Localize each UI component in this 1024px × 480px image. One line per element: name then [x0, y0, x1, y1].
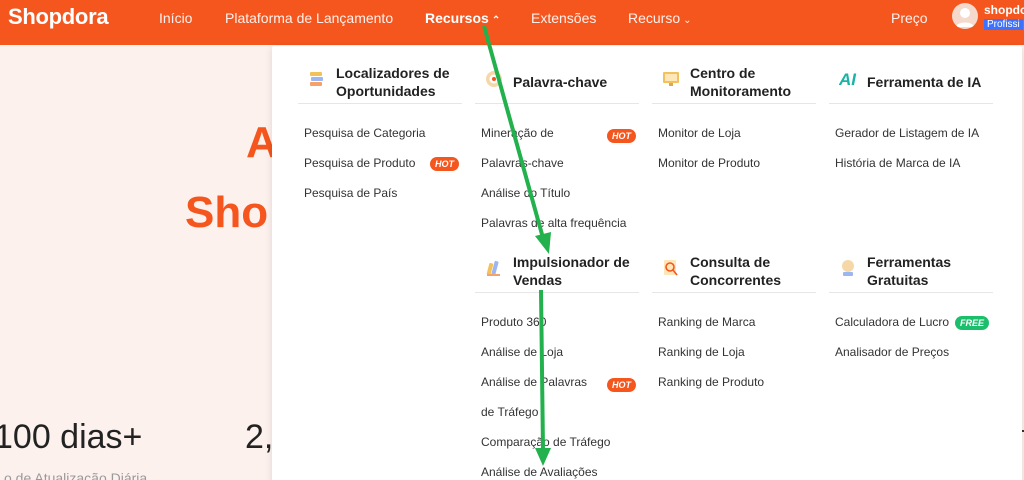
stat-label: o de Atualização Diária [4, 470, 148, 480]
nav-recursos[interactable]: Recursos ⌃ [425, 10, 500, 26]
plan-badge: Profissi [984, 19, 1023, 30]
stat-value-second: 2, [245, 418, 274, 456]
menu-section-keyword: Palavra-chave Mineração de Palavras-chav… [475, 58, 639, 238]
menu-link-pesquisa-categoria[interactable]: Pesquisa de Categoria [298, 118, 462, 148]
menu-link-analise-palavras-trafego[interactable]: Análise de Palavras de Tráfego HOT [475, 367, 639, 427]
menu-link-ranking-produto[interactable]: Ranking de Produto [652, 367, 816, 397]
menu-link-ranking-marca[interactable]: Ranking de Marca [652, 307, 816, 337]
menu-link-ranking-loja[interactable]: Ranking de Loja [652, 337, 816, 367]
ai-icon: AI [839, 70, 857, 89]
menu-link-pesquisa-produto[interactable]: Pesquisa de Produto HOT [298, 148, 462, 178]
chevron-down-icon: ⌄ [683, 15, 692, 26]
section-title: Ferramentas Gratuitas [867, 254, 952, 288]
menu-link-comparacao-trafego[interactable]: Comparação de Tráfego [475, 427, 639, 457]
section-title: Centro de Monitoramento [690, 65, 792, 99]
nav-recurso[interactable]: Recurso ⌄ [628, 10, 692, 26]
menu-link-analise-avaliacoes[interactable]: Análise de Avaliações [475, 457, 639, 480]
free-tools-icon [842, 260, 854, 276]
menu-link-monitor-loja[interactable]: Monitor de Loja [652, 118, 816, 148]
nav-preco[interactable]: Preço [891, 10, 928, 26]
menu-section-free-tools: Ferramentas Gratuitas Calculadora de Luc… [829, 247, 993, 367]
resources-dropdown-menu: Localizadores de Oportunidades Pesquisa … [272, 46, 1022, 480]
menu-link-analisador-precos[interactable]: Analisador de Preços [829, 337, 993, 367]
menu-link-palavras-alta-frequencia[interactable]: Palavras de alta frequência [475, 208, 639, 238]
monitor-icon [663, 72, 679, 86]
nav-plataforma-lancamento[interactable]: Plataforma de Lançamento [225, 10, 393, 26]
competitor-icon [664, 260, 678, 276]
hero-heading-line2: Sho [185, 188, 269, 237]
avatar[interactable] [952, 3, 978, 29]
user-name[interactable]: shopdo [984, 3, 1024, 17]
hot-badge: HOT [430, 157, 459, 171]
menu-link-mineracao-palavras[interactable]: Mineração de Palavras-chave HOT [475, 118, 639, 178]
menu-link-produto-360[interactable]: Produto 360 [475, 307, 639, 337]
menu-section-sales-booster: Impulsionador de Vendas Produto 360 Anál… [475, 247, 639, 480]
section-title: Ferramenta de IA [867, 74, 982, 90]
keyword-icon [486, 71, 502, 87]
menu-link-historia-marca-ia[interactable]: História de Marca de IA [829, 148, 993, 178]
menu-link-gerador-listagem-ia[interactable]: Gerador de Listagem de IA [829, 118, 993, 148]
menu-link-monitor-produto[interactable]: Monitor de Produto [652, 148, 816, 178]
opportunity-icon [310, 72, 323, 86]
hot-badge: HOT [607, 378, 636, 392]
menu-section-competitors: Consulta de Concorrentes Ranking de Marc… [652, 247, 816, 397]
sales-booster-icon [486, 260, 500, 276]
section-title: Localizadores de Oportunidades [336, 65, 450, 99]
top-navigation-bar: Shopdora Início Plataforma de Lançamento… [0, 0, 1024, 45]
menu-link-analise-loja[interactable]: Análise de Loja [475, 337, 639, 367]
hot-badge: HOT [607, 129, 636, 143]
menu-link-analise-titulo[interactable]: Análise do Título [475, 178, 639, 208]
menu-link-calculadora-lucro[interactable]: Calculadora de Lucro FREE [829, 307, 993, 337]
menu-section-opportunities: Localizadores de Oportunidades Pesquisa … [298, 58, 462, 208]
chevron-up-icon: ⌃ [491, 15, 501, 26]
stat-value-days: 100 dias+ [0, 418, 143, 456]
menu-section-monitoring: Centro de Monitoramento Monitor de Loja … [652, 58, 816, 178]
user-icon [956, 8, 974, 27]
logo[interactable]: Shopdora [8, 4, 109, 30]
section-title: Consulta de Concorrentes [690, 254, 782, 288]
section-title: Impulsionador de Vendas [513, 254, 630, 288]
svg-text:AI: AI [839, 70, 857, 89]
free-badge: FREE [955, 316, 990, 330]
menu-section-ai-tools: AI Ferramenta de IA Gerador de Listagem … [829, 58, 993, 178]
section-title: Palavra-chave [513, 74, 608, 90]
menu-link-pesquisa-pais[interactable]: Pesquisa de País [298, 178, 462, 208]
nav-extensoes[interactable]: Extensões [531, 10, 596, 26]
nav-inicio[interactable]: Início [159, 10, 192, 26]
